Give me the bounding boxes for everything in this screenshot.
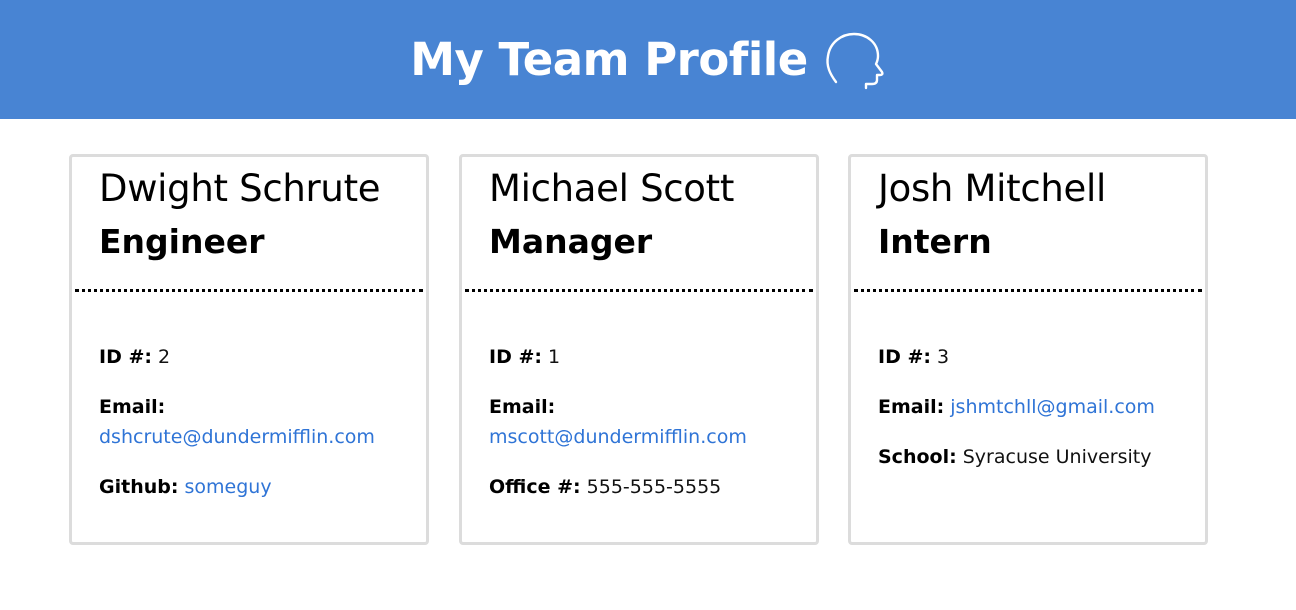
card-header: Michael Scott Manager bbox=[462, 157, 816, 294]
id-label: ID #: bbox=[489, 346, 542, 368]
card-header: Josh Mitchell Intern bbox=[851, 157, 1205, 294]
employee-role: Intern bbox=[878, 222, 992, 261]
employee-role: Manager bbox=[489, 222, 653, 261]
id-row: ID #: 2 bbox=[99, 342, 408, 372]
school-value: Syracuse University bbox=[962, 446, 1152, 468]
github-label: Github: bbox=[99, 476, 179, 498]
office-label: Office #: bbox=[489, 476, 581, 498]
id-label: ID #: bbox=[878, 346, 931, 368]
id-row: ID #: 1 bbox=[489, 342, 798, 372]
head-profile-icon bbox=[826, 32, 884, 89]
card-header: Dwight Schrute Engineer bbox=[72, 157, 426, 294]
employee-name: Dwight Schrute bbox=[99, 167, 381, 210]
email-label: Email: bbox=[99, 396, 166, 418]
email-row: Email: dshcrute@dundermifflin.com bbox=[99, 392, 408, 452]
id-value: 2 bbox=[158, 346, 171, 368]
card-body: ID #: 3 Email: jshmtchll@gmail.com Schoo… bbox=[878, 342, 1187, 492]
page-title: My Team Profile bbox=[410, 33, 808, 86]
employee-name: Michael Scott bbox=[489, 167, 735, 210]
employee-card: Dwight Schrute Engineer ID #: 2 Email: d… bbox=[69, 154, 429, 545]
github-link[interactable]: someguy bbox=[185, 476, 272, 498]
id-row: ID #: 3 bbox=[878, 342, 1187, 372]
employee-name: Josh Mitchell bbox=[878, 167, 1106, 210]
email-link[interactable]: jshmtchll@gmail.com bbox=[950, 396, 1155, 418]
card-divider bbox=[854, 289, 1202, 292]
email-label: Email: bbox=[489, 396, 556, 418]
page-header: My Team Profile bbox=[0, 0, 1296, 119]
employee-card: Josh Mitchell Intern ID #: 3 Email: jshm… bbox=[848, 154, 1208, 545]
card-divider bbox=[75, 289, 423, 292]
employee-role: Engineer bbox=[99, 222, 265, 261]
office-value: 555-555-5555 bbox=[586, 476, 722, 498]
header-inner: My Team Profile bbox=[410, 28, 885, 92]
card-body: ID #: 2 Email: dshcrute@dundermifflin.co… bbox=[99, 342, 408, 522]
email-row: Email: jshmtchll@gmail.com bbox=[878, 392, 1187, 422]
school-row: School: Syracuse University bbox=[878, 442, 1187, 472]
github-row: Github: someguy bbox=[99, 472, 408, 502]
school-label: School: bbox=[878, 446, 957, 468]
id-value: 3 bbox=[937, 346, 950, 368]
card-divider bbox=[465, 289, 813, 292]
email-link[interactable]: mscott@dundermifflin.com bbox=[489, 426, 747, 448]
id-value: 1 bbox=[548, 346, 561, 368]
email-row: Email: mscott@dundermifflin.com bbox=[489, 392, 798, 452]
card-body: ID #: 1 Email: mscott@dundermifflin.com … bbox=[489, 342, 798, 522]
id-label: ID #: bbox=[99, 346, 152, 368]
employee-card: Michael Scott Manager ID #: 1 Email: msc… bbox=[459, 154, 819, 545]
email-label: Email: bbox=[878, 396, 945, 418]
office-row: Office #: 555-555-5555 bbox=[489, 472, 798, 502]
email-link[interactable]: dshcrute@dundermifflin.com bbox=[99, 426, 375, 448]
